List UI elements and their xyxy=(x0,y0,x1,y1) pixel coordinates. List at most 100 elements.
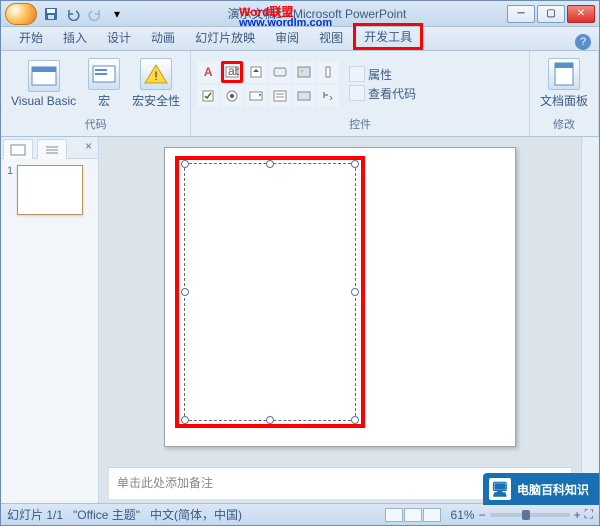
qat-more-icon[interactable]: ▾ xyxy=(107,4,127,24)
view-code-button[interactable]: 查看代码 xyxy=(349,85,416,102)
properties-button[interactable]: 属性 xyxy=(349,66,416,83)
control-scrollbar-icon[interactable] xyxy=(317,61,339,83)
watermark-overlay: Word联盟 www.wordlm.com xyxy=(239,3,293,20)
properties-icon xyxy=(349,66,365,82)
normal-view-icon[interactable] xyxy=(385,508,403,522)
tab-review[interactable]: 审阅 xyxy=(265,25,309,50)
control-option-icon[interactable] xyxy=(221,85,243,107)
status-language[interactable]: 中文(简体，中国) xyxy=(150,506,242,523)
site-watermark: 🖥 电脑百科知识 xyxy=(483,473,599,505)
statusbar: 幻灯片 1/1 "Office 主题" 中文(简体，中国) 61% − + ⛶ xyxy=(1,503,599,525)
sorter-view-icon[interactable] xyxy=(404,508,422,522)
office-button[interactable] xyxy=(5,3,37,25)
visual-basic-icon xyxy=(28,60,60,92)
save-icon[interactable] xyxy=(41,4,61,24)
close-button[interactable]: ✕ xyxy=(567,5,595,23)
group-modify: 文档面板 修改 xyxy=(530,51,599,136)
control-toggle-icon[interactable] xyxy=(293,85,315,107)
tab-animation[interactable]: 动画 xyxy=(141,25,185,50)
resize-handle-se[interactable] xyxy=(351,416,359,424)
svg-text:ab: ab xyxy=(228,66,239,78)
slides-pane: × 1 xyxy=(1,137,99,503)
control-command-icon[interactable] xyxy=(269,61,291,83)
zoom-thumb[interactable] xyxy=(522,510,530,520)
macros-label: 宏 xyxy=(98,92,110,109)
help-icon[interactable]: ? xyxy=(575,34,591,50)
resize-handle-s[interactable] xyxy=(266,416,274,424)
tab-design[interactable]: 设计 xyxy=(97,25,141,50)
svg-text:!: ! xyxy=(154,69,157,83)
control-combobox-icon[interactable] xyxy=(245,85,267,107)
slide-canvas[interactable] xyxy=(164,147,516,447)
workspace: × 1 xyxy=(1,137,599,503)
control-spin-icon[interactable] xyxy=(245,61,267,83)
visual-basic-button[interactable]: Visual Basic xyxy=(7,58,80,110)
view-buttons xyxy=(385,508,441,522)
tab-insert[interactable]: 插入 xyxy=(53,25,97,50)
tab-developer[interactable]: 开发工具 xyxy=(353,23,423,50)
slides-tab[interactable] xyxy=(3,139,33,159)
slideshow-view-icon[interactable] xyxy=(423,508,441,522)
visual-basic-label: Visual Basic xyxy=(11,94,76,108)
resize-handle-w[interactable] xyxy=(181,288,189,296)
pane-close-icon[interactable]: × xyxy=(79,137,98,158)
minimize-button[interactable]: ─ xyxy=(507,5,535,23)
vertical-scrollbar[interactable] xyxy=(581,137,599,503)
controls-side: 属性 查看代码 xyxy=(349,66,416,102)
resize-handle-e[interactable] xyxy=(351,288,359,296)
monitor-icon: 🖥 xyxy=(489,478,511,500)
outline-tab[interactable] xyxy=(37,139,67,159)
resize-handle-ne[interactable] xyxy=(351,160,359,168)
zoom-out-icon[interactable]: − xyxy=(479,508,486,522)
canvas-area[interactable] xyxy=(99,137,581,467)
undo-icon[interactable] xyxy=(63,4,83,24)
macros-icon xyxy=(88,58,120,90)
pane-tabs: × xyxy=(1,137,98,159)
maximize-button[interactable]: ▢ xyxy=(537,5,565,23)
fit-window-icon[interactable]: ⛶ xyxy=(585,507,593,522)
window-title: 演示文稿1 - Microsoft PowerPoint Word联盟 www.… xyxy=(127,5,507,22)
zoom-in-icon[interactable]: + xyxy=(574,508,581,522)
watermark-text: 电脑百科知识 xyxy=(517,481,589,498)
textbox-control[interactable] xyxy=(184,163,356,421)
tab-home[interactable]: 开始 xyxy=(9,25,53,50)
resize-handle-n[interactable] xyxy=(266,160,274,168)
tab-view[interactable]: 视图 xyxy=(309,25,353,50)
selected-shape-highlight xyxy=(175,156,365,428)
control-more-icon[interactable] xyxy=(317,85,339,107)
document-panel-label: 文档面板 xyxy=(540,92,588,109)
view-code-icon xyxy=(349,85,365,101)
redo-icon[interactable] xyxy=(85,4,105,24)
window-controls: ─ ▢ ✕ xyxy=(507,5,595,23)
control-label-icon[interactable]: A xyxy=(197,61,219,83)
thumb-item[interactable]: 1 xyxy=(7,165,92,215)
zoom-slider[interactable] xyxy=(490,513,570,517)
resize-handle-nw[interactable] xyxy=(181,160,189,168)
thumbnails: 1 xyxy=(1,159,98,503)
control-image-icon[interactable] xyxy=(293,61,315,83)
status-slide: 幻灯片 1/1 xyxy=(7,506,63,523)
control-checkbox-icon[interactable] xyxy=(197,85,219,107)
macros-button[interactable]: 宏 xyxy=(84,56,124,111)
ribbon: Visual Basic 宏 ! 宏安全性 代码 A ab xyxy=(1,51,599,137)
editor-area: 单击此处添加备注 xyxy=(99,137,581,503)
tab-slideshow[interactable]: 幻灯片放映 xyxy=(185,25,265,50)
zoom-control: 61% − + ⛶ xyxy=(451,507,593,522)
macro-security-label: 宏安全性 xyxy=(132,92,180,109)
control-listbox-icon[interactable] xyxy=(269,85,291,107)
zoom-value[interactable]: 61% xyxy=(451,508,475,522)
thumb-number: 1 xyxy=(7,165,13,215)
app-window: ▾ 演示文稿1 - Microsoft PowerPoint Word联盟 ww… xyxy=(0,0,600,526)
properties-label: 属性 xyxy=(368,66,392,83)
quick-access-toolbar: ▾ xyxy=(41,4,127,24)
group-controls: A ab 属性 查看代码 控件 xyxy=(191,51,530,136)
macro-security-button[interactable]: ! 宏安全性 xyxy=(128,56,184,111)
document-panel-button[interactable]: 文档面板 xyxy=(536,56,592,111)
resize-handle-sw[interactable] xyxy=(181,416,189,424)
titlebar: ▾ 演示文稿1 - Microsoft PowerPoint Word联盟 ww… xyxy=(1,1,599,27)
warning-icon: ! xyxy=(140,58,172,90)
group-modify-label: 修改 xyxy=(536,114,592,134)
slide-thumbnail[interactable] xyxy=(17,165,83,215)
view-code-label: 查看代码 xyxy=(368,85,416,102)
control-textbox-icon[interactable]: ab xyxy=(221,61,243,83)
